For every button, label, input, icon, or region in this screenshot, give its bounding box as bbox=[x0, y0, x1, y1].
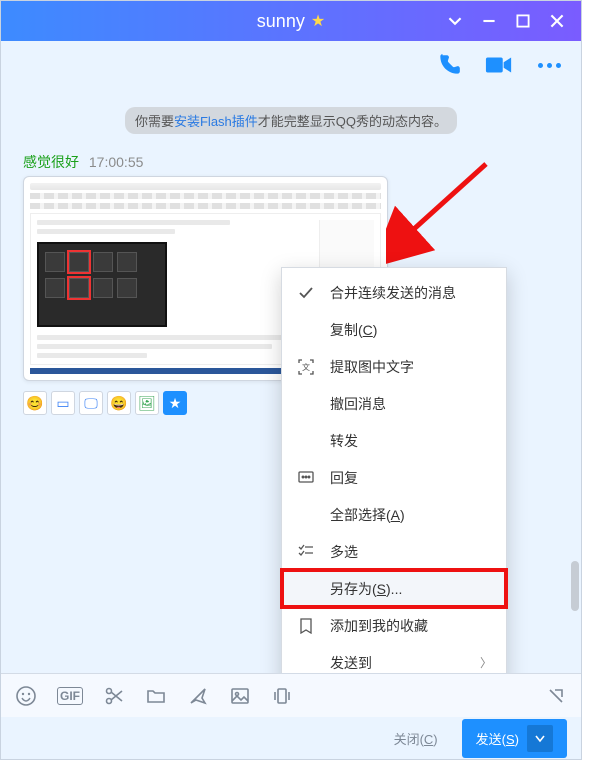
menu-label: 多选 bbox=[330, 542, 358, 562]
footer-bar: 关闭(C) 发送(S) bbox=[1, 717, 581, 759]
menu-select-all[interactable]: 全部选择(A) bbox=[282, 496, 506, 533]
menu-extract-text[interactable]: 文 提取图中文字 bbox=[282, 348, 506, 385]
menu-label: 全部选择(A) bbox=[330, 505, 405, 525]
favorite-icon[interactable]: ★ bbox=[163, 391, 187, 415]
menu-forward[interactable]: 转发 bbox=[282, 422, 506, 459]
close-chat-button[interactable]: 关闭(C) bbox=[394, 729, 438, 748]
send-file-icon[interactable] bbox=[187, 685, 209, 707]
minimize-button[interactable] bbox=[481, 13, 497, 29]
message-meta: 感觉很好 17:00:55 bbox=[23, 152, 581, 172]
ocr-icon: 文 bbox=[296, 357, 316, 377]
emoji-icon[interactable] bbox=[15, 685, 37, 707]
send-button[interactable]: 发送(S) bbox=[462, 719, 567, 758]
scissors-icon[interactable] bbox=[103, 685, 125, 707]
svg-text:文: 文 bbox=[302, 362, 310, 372]
menu-label: 撤回消息 bbox=[330, 394, 386, 414]
menu-label: 转发 bbox=[330, 431, 358, 451]
message-time: 17:00:55 bbox=[89, 154, 144, 170]
menu-label: 发送到 bbox=[330, 653, 372, 673]
menu-reply[interactable]: 回复 bbox=[282, 459, 506, 496]
article bbox=[37, 220, 313, 358]
menu-label: 回复 bbox=[330, 468, 358, 488]
screen-icon[interactable]: ▭ bbox=[51, 391, 75, 415]
call-bar bbox=[1, 41, 581, 89]
gif-icon[interactable]: GIF bbox=[57, 687, 83, 705]
scrollbar[interactable] bbox=[571, 561, 579, 611]
emoji-add-icon[interactable]: 😊 bbox=[23, 391, 47, 415]
check-icon bbox=[296, 283, 316, 303]
notice-suffix: 才能完整显示QQ秀的动态内容。 bbox=[258, 114, 447, 129]
menu-label: 提取图中文字 bbox=[330, 357, 414, 377]
title-text: sunny bbox=[257, 11, 305, 32]
menu-label: 合并连续发送的消息 bbox=[330, 283, 456, 303]
voice-call-icon[interactable] bbox=[435, 51, 463, 79]
folder-icon[interactable] bbox=[145, 685, 167, 707]
install-flash-link[interactable]: 安装Flash插件 bbox=[174, 114, 258, 129]
menu-label: 复制(C) bbox=[330, 320, 377, 340]
dropdown-icon[interactable] bbox=[447, 13, 463, 29]
window-title: sunny ★ bbox=[257, 11, 325, 32]
send-label: 发送(S) bbox=[476, 729, 519, 748]
menu-label: 添加到我的收藏 bbox=[330, 616, 428, 636]
window-controls bbox=[447, 1, 575, 41]
menu-label: 另存为(S)... bbox=[330, 579, 402, 599]
monitor-icon[interactable]: 🖵 bbox=[79, 391, 103, 415]
sender-name: 感觉很好 bbox=[23, 154, 79, 170]
browser-tab-strip bbox=[30, 183, 381, 190]
reply-icon bbox=[296, 468, 316, 488]
menu-save-as[interactable]: 另存为(S)... bbox=[282, 570, 506, 607]
picture-icon[interactable]: 🖼 bbox=[135, 391, 159, 415]
menu-copy[interactable]: 复制(C) bbox=[282, 311, 506, 348]
menu-recall[interactable]: 撤回消息 bbox=[282, 385, 506, 422]
notice-prefix: 你需要 bbox=[135, 114, 174, 129]
bookmark-icon bbox=[296, 616, 316, 636]
context-menu: 合并连续发送的消息 复制(C) 文 提取图中文字 撤回消息 转发 回复 全部选择… bbox=[281, 267, 507, 725]
menu-merge-messages[interactable]: 合并连续发送的消息 bbox=[282, 274, 506, 311]
multiselect-icon bbox=[296, 542, 316, 562]
smile-icon[interactable]: 😄 bbox=[107, 391, 131, 415]
close-button[interactable] bbox=[549, 13, 565, 29]
more-icon[interactable] bbox=[535, 51, 563, 79]
input-toolbar: GIF bbox=[1, 673, 581, 717]
menu-multi-select[interactable]: 多选 bbox=[282, 533, 506, 570]
flash-notice: 你需要安装Flash插件才能完整显示QQ秀的动态内容。 bbox=[125, 107, 457, 134]
keyboard-photo bbox=[37, 242, 167, 327]
history-icon[interactable] bbox=[545, 685, 567, 707]
annotation-arrow-1 bbox=[386, 156, 496, 266]
image-icon[interactable] bbox=[229, 685, 251, 707]
star-icon: ★ bbox=[311, 11, 325, 31]
video-call-icon[interactable] bbox=[485, 51, 513, 79]
browser-toolbar bbox=[30, 193, 381, 199]
browser-bookmarks bbox=[30, 203, 381, 209]
chat-window: sunny ★ 你需要安装Flash插件才能完整显示QQ秀的动态内容。 感觉很好… bbox=[0, 0, 582, 760]
menu-add-favorite[interactable]: 添加到我的收藏 bbox=[282, 607, 506, 644]
chevron-right-icon: 〉 bbox=[480, 654, 492, 671]
title-bar: sunny ★ bbox=[1, 1, 581, 41]
shake-icon[interactable] bbox=[271, 685, 293, 707]
maximize-button[interactable] bbox=[515, 13, 531, 29]
send-dropdown-icon[interactable] bbox=[527, 725, 553, 752]
